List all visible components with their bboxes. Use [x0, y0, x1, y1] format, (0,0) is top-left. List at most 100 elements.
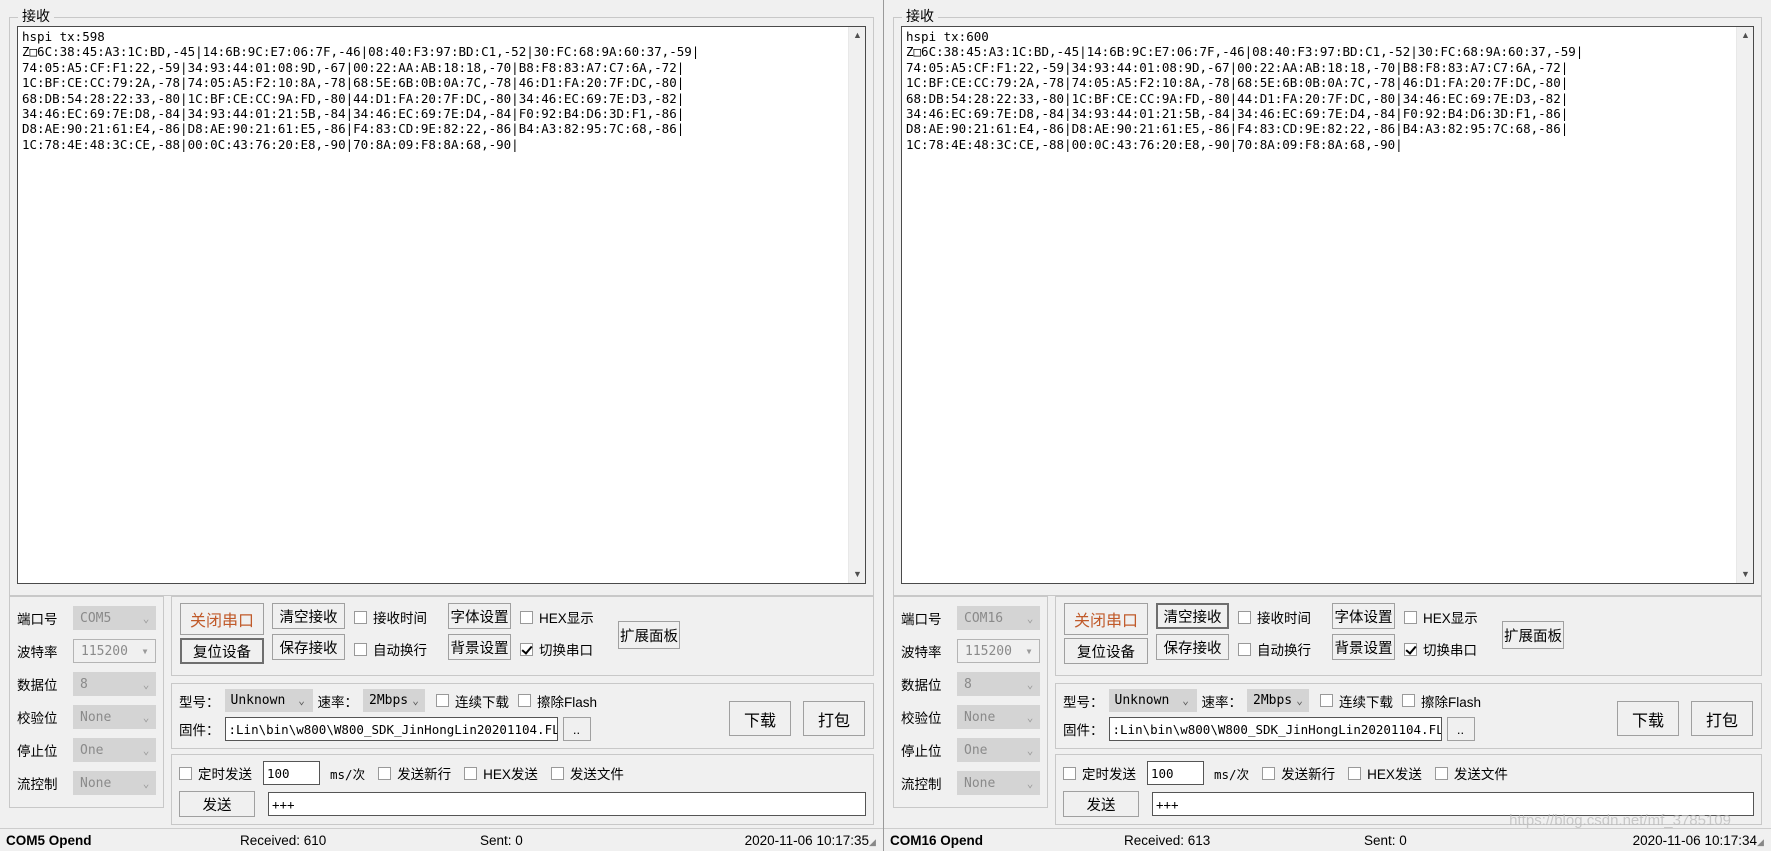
speed-value: 2Mbps: [1253, 693, 1293, 708]
controls-column: 关闭串口 复位设备 清空接收 保存接收 接收时间 自动换行 字体设置 背景设置 …: [1055, 596, 1762, 825]
chevron-down-icon: ⌄: [1026, 677, 1034, 691]
send-newline-checkbox[interactable]: 发送新行: [1262, 763, 1335, 783]
hex-send-checkbox[interactable]: HEX发送: [464, 763, 538, 783]
baud-rate-combo[interactable]: 115200 ▼: [957, 639, 1040, 663]
send-text-input[interactable]: +++: [1152, 792, 1754, 816]
send-file-checkbox[interactable]: 发送文件: [550, 763, 624, 783]
receive-time-label: 接收时间: [373, 611, 427, 626]
send-interval-input[interactable]: 100: [263, 761, 320, 785]
timed-send-checkbox[interactable]: 定时发送: [1063, 763, 1136, 783]
checkbox-box-icon: [464, 766, 478, 780]
status-bar: COM5 Opend Received: 610 Sent: 0 2020-11…: [0, 828, 883, 851]
stop-bits-combo[interactable]: One ⌄: [73, 738, 156, 762]
background-setting-button[interactable]: 背景设置: [448, 634, 511, 660]
continuous-download-checkbox[interactable]: 连续下载: [1320, 691, 1393, 711]
receive-textarea-container[interactable]: hspi tx:600 Z□6C:38:45:A3:1C:BD,-45|14:6…: [901, 26, 1754, 584]
close-serial-button[interactable]: 关闭串口: [180, 603, 264, 635]
browse-firmware-button[interactable]: ..: [562, 717, 591, 741]
interval-unit-label: ms/次: [330, 766, 366, 782]
erase-flash-checkbox[interactable]: 擦除Flash: [518, 691, 597, 711]
save-receive-button[interactable]: 保存接收: [272, 634, 345, 660]
received-count-label: Received: 610: [240, 832, 327, 848]
receive-scrollbar[interactable]: ▲ ▼: [848, 27, 865, 583]
checkbox-box-icon: [1402, 694, 1415, 707]
browse-firmware-button[interactable]: ..: [1446, 717, 1475, 741]
send-interval-input[interactable]: 100: [1147, 761, 1204, 785]
receive-textarea-container[interactable]: hspi tx:598 Z□6C:38:45:A3:1C:BD,-45|14:6…: [17, 26, 866, 584]
data-bits-combo[interactable]: 8 ⌄: [73, 672, 156, 696]
download-button[interactable]: 下载: [729, 701, 791, 736]
receive-textarea[interactable]: hspi tx:600 Z□6C:38:45:A3:1C:BD,-45|14:6…: [902, 27, 1736, 583]
firmware-path-input[interactable]: :Lin\bin\w800\W800_SDK_JinHongLin2020110…: [1108, 717, 1442, 741]
parity-combo[interactable]: None ⌄: [957, 705, 1040, 729]
scroll-down-arrow-icon[interactable]: ▼: [1737, 566, 1753, 583]
stop-bits-combo[interactable]: One ⌄: [957, 738, 1040, 762]
port-number-combo[interactable]: COM5 ⌄: [73, 606, 156, 630]
expand-panel-button[interactable]: 扩展面板: [1502, 621, 1564, 649]
receive-scrollbar[interactable]: ▲ ▼: [1736, 27, 1753, 583]
stop-bits-value: One: [964, 742, 988, 758]
scroll-down-arrow-icon[interactable]: ▼: [849, 566, 865, 583]
flow-control-combo[interactable]: None ⌄: [73, 771, 156, 795]
serial-param-label-4: 停止位: [17, 744, 58, 759]
resize-grip-icon[interactable]: ◢: [869, 837, 881, 849]
receive-time-checkbox[interactable]: 接收时间: [1238, 607, 1332, 627]
download-button[interactable]: 下载: [1617, 701, 1679, 736]
switch-port-checkbox[interactable]: 切换串口: [520, 639, 612, 659]
timestamp-label: 2020-11-06 10:17:35: [744, 832, 869, 848]
data-bits-combo[interactable]: 8 ⌄: [957, 672, 1040, 696]
speed-combo[interactable]: 2Mbps ⌄: [1247, 689, 1309, 712]
hex-send-checkbox[interactable]: HEX发送: [1348, 763, 1422, 783]
auto-wrap-checkbox[interactable]: 自动换行: [354, 639, 448, 659]
port-number-combo[interactable]: COM16 ⌄: [957, 606, 1040, 630]
close-serial-button[interactable]: 关闭串口: [1064, 603, 1148, 635]
serial-param-row-4: 停止位 One ⌄: [901, 735, 1040, 765]
model-combo[interactable]: Unknown ⌄: [1108, 689, 1197, 712]
reset-device-button[interactable]: 复位设备: [180, 638, 264, 664]
background-setting-button[interactable]: 背景设置: [1332, 634, 1395, 660]
receive-textarea[interactable]: hspi tx:598 Z□6C:38:45:A3:1C:BD,-45|14:6…: [18, 27, 848, 583]
timed-send-checkbox[interactable]: 定时发送: [179, 763, 252, 783]
clear-receive-button[interactable]: 清空接收: [272, 603, 345, 629]
chevron-down-icon: ⌄: [412, 694, 419, 707]
pack-button[interactable]: 打包: [803, 701, 865, 736]
firmware-path-input[interactable]: :Lin\bin\w800\W800_SDK_JinHongLin2020110…: [224, 717, 558, 741]
speed-combo[interactable]: 2Mbps ⌄: [363, 689, 425, 712]
resize-grip-icon[interactable]: ◢: [1757, 837, 1769, 849]
serial-param-label-1: 波特率: [17, 645, 58, 660]
send-text-input[interactable]: +++: [268, 792, 866, 816]
hex-display-label: HEX显示: [1423, 611, 1478, 626]
auto-wrap-checkbox[interactable]: 自动换行: [1238, 639, 1332, 659]
send-newline-checkbox[interactable]: 发送新行: [378, 763, 451, 783]
hex-display-checkbox[interactable]: HEX显示: [520, 607, 612, 627]
checkbox-box-icon: [1404, 610, 1417, 624]
font-setting-button[interactable]: 字体设置: [448, 603, 511, 629]
receive-time-checkbox[interactable]: 接收时间: [354, 607, 448, 627]
baud-rate-combo[interactable]: 115200 ▼: [73, 639, 156, 663]
switch-port-label: 切换串口: [539, 643, 593, 658]
save-receive-button[interactable]: 保存接收: [1156, 634, 1229, 660]
scroll-up-arrow-icon[interactable]: ▲: [1737, 27, 1753, 44]
switch-port-checkbox[interactable]: 切换串口: [1404, 639, 1496, 659]
send-group: 定时发送 100 ms/次 发送新行 HEX发送 发送文件 发送 +++: [1055, 754, 1762, 825]
font-setting-button[interactable]: 字体设置: [1332, 603, 1395, 629]
flow-control-value: None: [80, 775, 112, 791]
model-combo[interactable]: Unknown ⌄: [224, 689, 313, 712]
send-button[interactable]: 发送: [1063, 791, 1139, 817]
expand-panel-button[interactable]: 扩展面板: [618, 621, 680, 649]
parity-combo[interactable]: None ⌄: [73, 705, 156, 729]
clear-receive-button[interactable]: 清空接收: [1156, 603, 1229, 629]
hex-display-checkbox[interactable]: HEX显示: [1404, 607, 1496, 627]
continuous-download-checkbox[interactable]: 连续下载: [436, 691, 509, 711]
reset-device-button[interactable]: 复位设备: [1064, 638, 1148, 664]
pack-button[interactable]: 打包: [1691, 701, 1753, 736]
receive-legend: 接收: [902, 8, 938, 24]
send-button[interactable]: 发送: [179, 791, 255, 817]
send-file-checkbox[interactable]: 发送文件: [1434, 763, 1508, 783]
flow-control-combo[interactable]: None ⌄: [957, 771, 1040, 795]
erase-flash-checkbox[interactable]: 擦除Flash: [1402, 691, 1481, 711]
serial-param-row-4: 停止位 One ⌄: [17, 735, 156, 765]
scroll-up-arrow-icon[interactable]: ▲: [849, 27, 865, 44]
serial-param-row-2: 数据位 8 ⌄: [901, 669, 1040, 699]
receive-group: 接收 hspi tx:598 Z□6C:38:45:A3:1C:BD,-45|1…: [9, 8, 874, 596]
